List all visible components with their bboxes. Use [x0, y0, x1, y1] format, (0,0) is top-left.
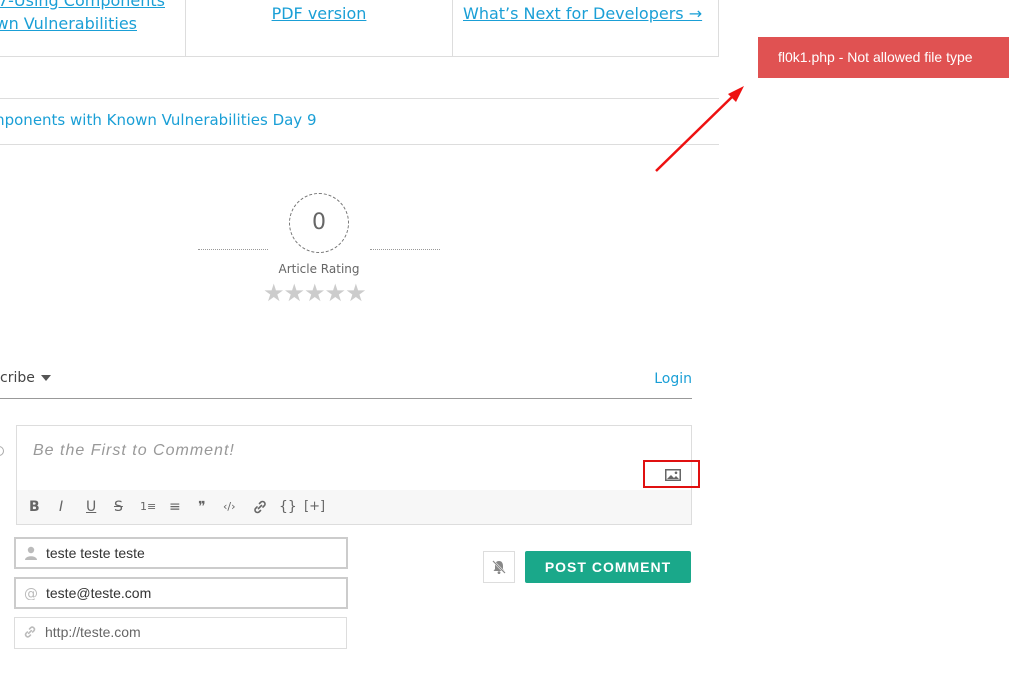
annotation-arrow-icon	[655, 86, 744, 172]
post-comment-button[interactable]: POST COMMENT	[525, 551, 691, 583]
spoiler-button[interactable]: [+]	[304, 499, 325, 515]
previous-post-link-line2[interactable]: wn Vulnerabilities	[0, 13, 137, 35]
divider-left	[198, 249, 268, 250]
name-input[interactable]	[46, 539, 336, 567]
pdf-version-link[interactable]: PDF version	[186, 3, 452, 25]
rating-stars: ★★★★★	[263, 279, 367, 307]
comments-header: cribe Login	[0, 366, 692, 399]
strikethrough-button[interactable]: S	[114, 499, 123, 515]
email-field[interactable]: @	[14, 577, 348, 609]
nav-cell-next: What’s Next for Developers →	[453, 0, 719, 56]
email-input[interactable]	[46, 579, 336, 607]
user-icon	[25, 546, 37, 560]
name-field[interactable]	[14, 537, 348, 569]
star-icon[interactable]: ★	[284, 279, 305, 307]
previous-post-link[interactable]: 7-Using Components	[0, 0, 165, 12]
link-icon	[254, 500, 266, 514]
blockquote-button[interactable]: ❞	[198, 499, 206, 515]
article-rating: 0 Article Rating ★★★★★	[196, 193, 442, 313]
image-icon	[665, 469, 681, 481]
subscribe-label: cribe	[0, 370, 35, 386]
rating-value: 0	[289, 193, 349, 253]
star-icon[interactable]: ★	[304, 279, 325, 307]
link-button[interactable]	[252, 499, 268, 519]
comment-editor[interactable]: Be the First to Comment! B I U S 1≡ ≡ ❞ …	[16, 425, 700, 525]
related-post-link[interactable]: mponents with Known Vulnerabilities Day …	[0, 111, 317, 129]
code-button[interactable]: ‹/›	[223, 499, 236, 515]
link-icon	[24, 626, 36, 638]
source-code-button[interactable]: {}	[279, 499, 297, 515]
next-post-link[interactable]: What’s Next for Developers →	[463, 3, 702, 25]
nav-cell-previous: 7-Using Components wn Vulnerabilities	[0, 0, 186, 56]
divider-right	[370, 249, 440, 250]
avatar	[0, 446, 4, 456]
unordered-list-button[interactable]: ≡	[169, 499, 181, 515]
related-post: mponents with Known Vulnerabilities Day …	[0, 98, 719, 145]
underline-button[interactable]: U	[86, 499, 96, 515]
post-navigation: 7-Using Components wn Vulnerabilities PD…	[0, 0, 719, 57]
chevron-down-icon	[40, 375, 51, 381]
editor-toolbar: B I U S 1≡ ≡ ❞ ‹/› {} [+]	[17, 460, 700, 524]
upload-image-button[interactable]	[643, 460, 700, 488]
website-input[interactable]	[45, 618, 335, 646]
bell-off-icon	[492, 560, 506, 574]
comment-placeholder: Be the First to Comment!	[33, 442, 235, 459]
bold-button[interactable]: B	[29, 499, 40, 515]
star-icon[interactable]: ★	[345, 279, 366, 307]
notify-toggle-button[interactable]	[483, 551, 515, 583]
nav-cell-pdf: PDF version	[186, 0, 453, 56]
ordered-list-button[interactable]: 1≡	[140, 499, 156, 515]
error-toast: fl0k1.php - Not allowed file type	[758, 37, 1009, 78]
subscribe-dropdown[interactable]: cribe	[0, 370, 51, 386]
svg-text:@: @	[24, 586, 38, 600]
rating-label: Article Rating	[278, 262, 360, 276]
website-field[interactable]	[14, 617, 347, 649]
italic-button[interactable]: I	[59, 499, 63, 515]
at-icon: @	[24, 586, 38, 600]
star-icon[interactable]: ★	[325, 279, 346, 307]
star-icon[interactable]: ★	[263, 279, 284, 307]
login-link[interactable]: Login	[654, 371, 692, 387]
